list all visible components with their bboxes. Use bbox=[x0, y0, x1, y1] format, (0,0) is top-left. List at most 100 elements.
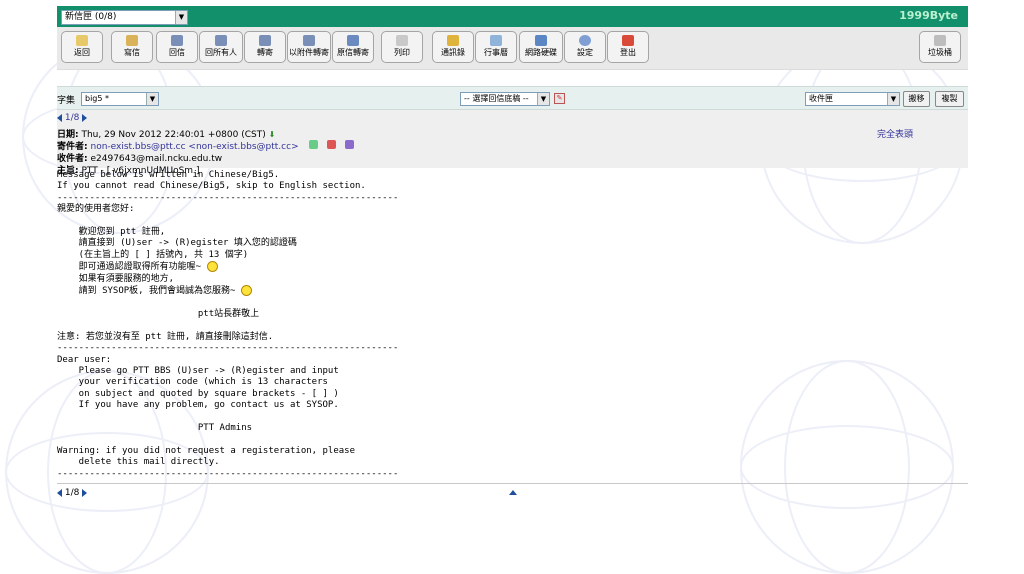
body-line: ptt站長群敬上 bbox=[57, 308, 260, 319]
body-line: on subject and quoted by square brackets… bbox=[57, 388, 339, 399]
forward-icon bbox=[259, 35, 271, 46]
reply-label: 回信 bbox=[169, 48, 185, 57]
reply-button[interactable]: 回信 bbox=[156, 31, 198, 63]
divider: ----------------------------------------… bbox=[57, 343, 399, 354]
background-globe bbox=[740, 360, 954, 574]
smiley-icon bbox=[206, 261, 218, 273]
reply-all-icon bbox=[215, 35, 227, 46]
divider: ----------------------------------------… bbox=[57, 468, 399, 479]
gear-icon bbox=[579, 35, 591, 46]
message-header: 1/8 日期: Thu, 29 Nov 2012 22:40:01 +0800 … bbox=[57, 110, 968, 176]
chevron-down-icon[interactable]: ▼ bbox=[175, 11, 187, 24]
reply-template-value: -- 選擇回信底稿 -- bbox=[464, 94, 529, 103]
back-button[interactable]: 返回 bbox=[61, 31, 103, 63]
forward-label: 轉寄 bbox=[257, 48, 273, 57]
body-line: If you have any problem, go contact us a… bbox=[57, 400, 339, 411]
smiley-icon bbox=[240, 285, 252, 297]
move-target-value: 收件匣 bbox=[809, 94, 833, 103]
prev-message-icon[interactable] bbox=[57, 488, 62, 497]
chevron-down-icon[interactable]: ▼ bbox=[887, 93, 899, 105]
message-nav: 1/8 bbox=[57, 113, 88, 123]
options-bar: 字集 big5 * ▼ -- 選擇回信底稿 -- ▼ ✎ 收件匣 ▼ 搬移 複製 bbox=[57, 86, 968, 110]
body-line: Please go PTT BBS (U)ser -> (R)egister a… bbox=[57, 365, 339, 376]
calendar-label: 行事曆 bbox=[484, 48, 508, 57]
print-button[interactable]: 列印 bbox=[381, 31, 423, 63]
body-line: Warning: if you did not request a regist… bbox=[57, 445, 356, 456]
compose-label: 寫信 bbox=[124, 48, 140, 57]
body-line: Message below is written in Chinese/Big5… bbox=[57, 170, 280, 180]
netdisk-button[interactable]: 網路硬碟 bbox=[519, 31, 563, 63]
webmail-app: 新信匣 (0/8) ▼ 1999Byte 返回 寫信 回信 回所有人 轉寄 以附… bbox=[57, 6, 968, 176]
forward-original-icon bbox=[347, 35, 359, 46]
block-sender-icon[interactable] bbox=[327, 140, 337, 149]
prev-message-icon[interactable] bbox=[57, 113, 62, 122]
logout-label: 登出 bbox=[620, 48, 636, 57]
addressbook-icon bbox=[447, 35, 459, 46]
body-line: If you cannot read Chinese/Big5, skip to… bbox=[57, 181, 366, 192]
reply-all-label: 回所有人 bbox=[205, 48, 237, 57]
folder-select[interactable]: 新信匣 (0/8) ▼ bbox=[61, 10, 188, 25]
reply-all-button[interactable]: 回所有人 bbox=[199, 31, 243, 63]
scroll-top-icon[interactable] bbox=[509, 490, 517, 495]
body-line: 請到 SYSOP板, 我們會竭誠為您服務~ bbox=[57, 286, 241, 297]
trash-icon bbox=[934, 35, 946, 46]
footer-nav: 1/8 bbox=[57, 488, 88, 498]
body-line: 歡迎您到 ptt 註冊, bbox=[57, 227, 166, 238]
charset-value: big5 * bbox=[85, 94, 110, 103]
addressbook-label: 通訊錄 bbox=[441, 48, 465, 57]
footer-page-indicator: 1/8 bbox=[64, 488, 80, 498]
calendar-icon bbox=[490, 35, 502, 46]
move-target-select[interactable]: 收件匣 ▼ bbox=[805, 92, 900, 106]
top-bar: 新信匣 (0/8) ▼ 1999Byte bbox=[57, 6, 968, 27]
logout-button[interactable]: 登出 bbox=[607, 31, 649, 63]
body-line: delete this mail directly. bbox=[57, 457, 220, 468]
settings-button[interactable]: 設定 bbox=[564, 31, 606, 63]
addressbook-button[interactable]: 通訊錄 bbox=[432, 31, 474, 63]
next-message-icon[interactable] bbox=[82, 488, 88, 497]
netdisk-label: 網路硬碟 bbox=[525, 48, 557, 57]
folder-select-value: 新信匣 (0/8) bbox=[65, 12, 117, 22]
brand-logo: 1999Byte bbox=[899, 9, 958, 22]
forward-button[interactable]: 轉寄 bbox=[244, 31, 286, 63]
reply-template-select[interactable]: -- 選擇回信底稿 -- ▼ bbox=[460, 92, 550, 106]
body-line: (在主旨上的 [ ] 括號內, 共 13 個字) bbox=[57, 249, 249, 260]
forward-attach-label: 以附件轉寄 bbox=[289, 48, 329, 57]
addressbook-add-icon[interactable] bbox=[345, 140, 355, 149]
back-icon bbox=[76, 35, 88, 46]
chevron-down-icon[interactable]: ▼ bbox=[537, 93, 549, 105]
trash-label: 垃圾桶 bbox=[928, 48, 952, 57]
charset-label: 字集 bbox=[57, 96, 76, 106]
calendar-button[interactable]: 行事曆 bbox=[475, 31, 517, 63]
settings-label: 設定 bbox=[577, 48, 593, 57]
back-label: 返回 bbox=[74, 48, 90, 57]
logout-icon bbox=[622, 35, 634, 46]
forward-attach-button[interactable]: 以附件轉寄 bbox=[287, 31, 331, 63]
body-line: Dear user: bbox=[57, 354, 112, 365]
trash-button[interactable]: 垃圾桶 bbox=[919, 31, 961, 63]
copy-button[interactable]: 複製 bbox=[935, 91, 964, 107]
forward-original-button[interactable]: 原信轉寄 bbox=[332, 31, 374, 63]
body-line: 注意: 若您並沒有至 ptt 註冊, 請直接刪除這封信. bbox=[57, 331, 274, 342]
arrow-down-icon[interactable]: ⬇ bbox=[269, 130, 276, 139]
compose-icon bbox=[126, 35, 138, 46]
body-line: PTT Admins bbox=[57, 422, 253, 433]
body-line: 如果有須要服務的地方, bbox=[57, 273, 175, 284]
forward-original-label: 原信轉寄 bbox=[337, 48, 369, 57]
chevron-down-icon[interactable]: ▼ bbox=[146, 93, 158, 105]
printer-icon bbox=[396, 35, 408, 46]
template-edit-icon[interactable]: ✎ bbox=[554, 93, 565, 104]
body-line: 親愛的使用者您好: bbox=[57, 204, 135, 215]
add-contact-icon[interactable] bbox=[309, 140, 319, 149]
divider: ----------------------------------------… bbox=[57, 192, 399, 203]
page-indicator: 1/8 bbox=[64, 113, 80, 123]
compose-button[interactable]: 寫信 bbox=[111, 31, 153, 63]
body-line: 即可通過認證取得所有功能喔~ bbox=[57, 262, 207, 273]
charset-select[interactable]: big5 * ▼ bbox=[81, 92, 159, 106]
print-label: 列印 bbox=[394, 48, 410, 57]
message-body: Message below is written in Chinese/Big5… bbox=[57, 170, 398, 480]
forward-attach-icon bbox=[303, 35, 315, 46]
move-button[interactable]: 搬移 bbox=[903, 91, 930, 107]
next-message-icon[interactable] bbox=[82, 113, 88, 122]
netdisk-icon bbox=[535, 35, 547, 46]
full-header-link[interactable]: 完全表頭 bbox=[877, 127, 913, 140]
